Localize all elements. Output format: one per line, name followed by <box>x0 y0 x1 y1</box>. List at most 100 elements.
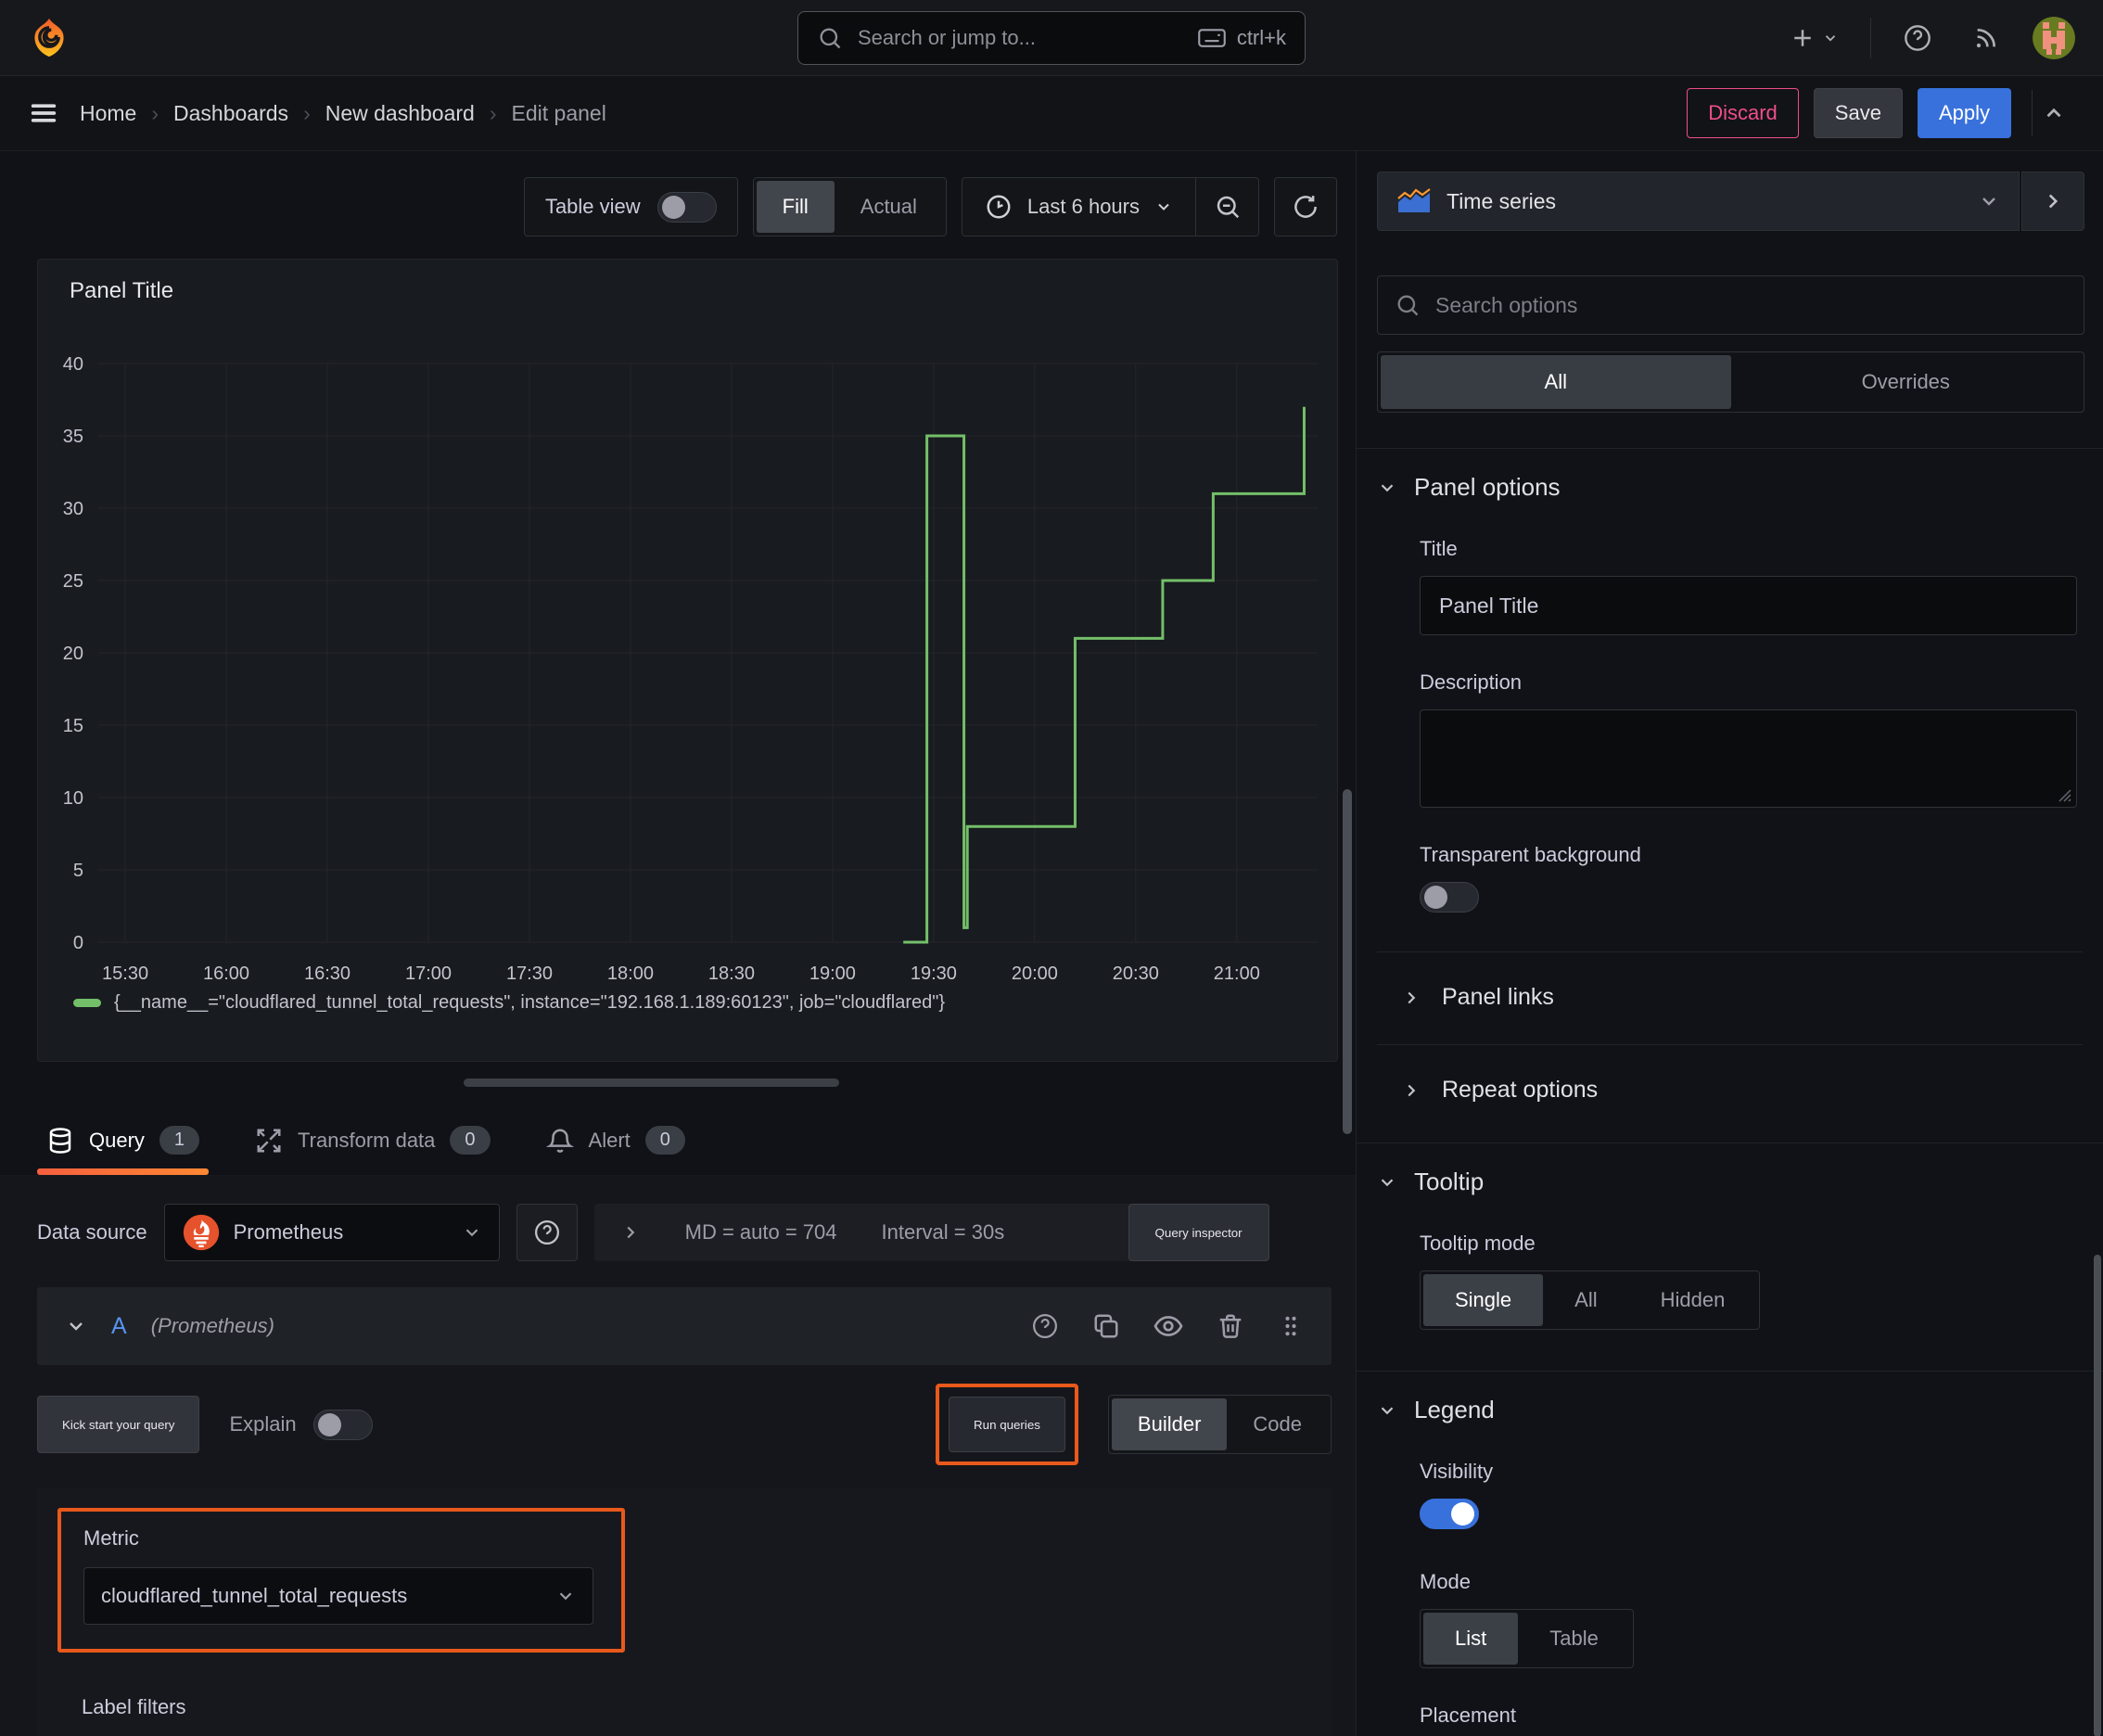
code-option[interactable]: Code <box>1227 1398 1328 1450</box>
discard-button[interactable]: Discard <box>1687 88 1799 138</box>
explain-label: Explain <box>229 1412 297 1436</box>
vertical-scrollbar[interactable] <box>1343 789 1352 1134</box>
panel-title-input[interactable] <box>1420 576 2077 635</box>
legend-header[interactable]: Legend <box>1357 1372 2103 1424</box>
global-search-bar[interactable]: Search or jump to... ctrl+k <box>797 10 1306 65</box>
legend-mode-segmented: List Table <box>1420 1609 1634 1668</box>
builder-option[interactable]: Builder <box>1111 1398 1228 1450</box>
fill-actual-segmented: Fill Actual <box>752 177 947 236</box>
edit-panel-left-column: Table view Fill Actual Last 6 hours Pane… <box>0 151 1356 1736</box>
zoom-out-button[interactable] <box>1195 178 1258 236</box>
tooltip-mode-label: Tooltip mode <box>1420 1232 1536 1255</box>
grafana-panel-editor: Search or jump to... ctrl+k Home › Dashb… <box>0 0 2103 1736</box>
legend-mode-list[interactable]: List <box>1423 1613 1519 1665</box>
table-view-toggle[interactable] <box>656 191 717 223</box>
panel-links-header[interactable]: Panel links <box>1357 952 2103 1011</box>
kick-start-query-button[interactable]: Kick start your query <box>37 1396 200 1453</box>
panel-resize-handle[interactable] <box>464 1079 839 1087</box>
chevron-up-icon <box>2046 108 2061 118</box>
fill-option[interactable]: Fill <box>756 181 835 233</box>
vertical-scrollbar[interactable] <box>2094 1255 2101 1736</box>
apply-button[interactable]: Apply <box>1917 88 2011 138</box>
transform-icon <box>257 1129 281 1152</box>
menu-hamburger-icon[interactable] <box>28 97 59 129</box>
tab-all[interactable]: All <box>1381 355 1731 409</box>
visualization-picker[interactable]: Time series <box>1377 172 2020 231</box>
tab-alert[interactable]: Alert 0 <box>537 1109 695 1175</box>
svg-text:18:30: 18:30 <box>708 964 755 984</box>
legend-visibility-label: Visibility <box>1420 1460 1494 1483</box>
breadcrumb-new-dashboard[interactable]: New dashboard <box>325 101 475 126</box>
breadcrumb-dashboards[interactable]: Dashboards <box>173 101 288 126</box>
svg-text:17:00: 17:00 <box>405 964 452 984</box>
clock-icon <box>987 195 1011 219</box>
trash-icon[interactable] <box>1217 1312 1244 1340</box>
tab-overrides[interactable]: Overrides <box>1731 355 2082 409</box>
tooltip-mode-hidden[interactable]: Hidden <box>1629 1274 1757 1326</box>
tab-transform-data[interactable]: Transform data 0 <box>246 1109 499 1175</box>
duplicate-icon[interactable] <box>1092 1312 1120 1340</box>
user-avatar[interactable] <box>2033 16 2075 59</box>
label-filters-label: Label filters <box>82 1695 186 1718</box>
tab-query[interactable]: Query 1 <box>37 1109 210 1175</box>
legend-placement-label: Placement <box>1420 1704 1516 1727</box>
svg-text:10: 10 <box>63 788 83 809</box>
metric-label: Metric <box>83 1526 139 1550</box>
drag-grip-icon[interactable] <box>1278 1313 1304 1339</box>
search-icon <box>1397 295 1419 316</box>
resize-grip-icon[interactable] <box>2056 786 2072 803</box>
breadcrumb-bar: Home › Dashboards › New dashboard › Edit… <box>0 76 2103 151</box>
chart-legend[interactable]: {__name__="cloudflared_tunnel_total_requ… <box>38 992 1337 1014</box>
description-textarea[interactable] <box>1420 709 2077 808</box>
refresh-button[interactable] <box>1274 177 1337 236</box>
chevron-down-icon <box>1982 198 1995 206</box>
legend-visibility-toggle[interactable] <box>1420 1499 1479 1529</box>
svg-text:20:30: 20:30 <box>1113 964 1159 984</box>
panel-title: Panel Title <box>70 278 174 303</box>
time-range-picker[interactable]: Last 6 hours <box>962 178 1195 236</box>
question-circle-icon[interactable] <box>1031 1312 1059 1340</box>
help-button[interactable] <box>1895 16 1940 60</box>
repeat-options-header[interactable]: Repeat options <box>1357 1045 2103 1104</box>
svg-text:15: 15 <box>63 716 83 736</box>
svg-text:40: 40 <box>63 354 83 375</box>
collapse-options-button[interactable] <box>2032 90 2075 136</box>
eye-icon[interactable] <box>1153 1311 1183 1341</box>
new-menu-button[interactable] <box>1781 17 1846 59</box>
tooltip-header[interactable]: Tooltip <box>1357 1143 2103 1196</box>
transparent-background-toggle[interactable] <box>1420 882 1479 913</box>
chevron-down-icon <box>1381 1178 1394 1186</box>
search-icon <box>817 25 843 51</box>
query-row-header[interactable]: A (Prometheus) <box>37 1287 1332 1365</box>
actual-option[interactable]: Actual <box>835 181 943 233</box>
time-series-chart[interactable]: 0 5 10 15 20 25 30 35 40 15:30 16:00 16:30 17:00 17:3… <box>38 338 1327 992</box>
explain-toggle[interactable] <box>312 1409 373 1440</box>
table-view-label: Table view <box>544 195 641 218</box>
datasource-picker[interactable]: Prometheus <box>163 1204 500 1261</box>
grafana-logo[interactable] <box>28 17 70 59</box>
options-search[interactable] <box>1377 275 2084 335</box>
max-data-points-stat: MD = auto = 704 <box>684 1220 837 1244</box>
transform-count-badge: 0 <box>450 1126 491 1155</box>
toggle-viz-picker-button[interactable] <box>2021 172 2084 231</box>
search-placeholder: Search or jump to... <box>858 25 1036 49</box>
chart-panel[interactable]: Panel Title 0 5 10 15 20 25 30 35 40 15:30 16:00 16… <box>37 259 1338 1062</box>
query-options-row[interactable]: MD = auto = 704 Interval = 30s Query ins… <box>593 1204 1269 1261</box>
alert-count-badge: 0 <box>644 1126 685 1155</box>
query-editor-area: Data source Prometheus MD = auto = 704 I… <box>0 1176 1356 1736</box>
datasource-help-button[interactable] <box>516 1204 578 1261</box>
news-rss-button[interactable] <box>1964 16 2008 60</box>
tooltip-mode-all[interactable]: All <box>1543 1274 1628 1326</box>
legend-mode-table[interactable]: Table <box>1518 1613 1630 1665</box>
query-inspector-button[interactable]: Query inspector <box>1128 1204 1269 1261</box>
save-button[interactable]: Save <box>1813 88 1903 138</box>
panel-options-header[interactable]: Panel options <box>1357 449 2103 502</box>
chevron-down-icon[interactable] <box>65 1315 87 1337</box>
metric-value: cloudflared_tunnel_total_requests <box>101 1584 408 1607</box>
breadcrumb-home[interactable]: Home <box>80 101 136 126</box>
time-series-viz-icon <box>1397 188 1431 212</box>
tooltip-mode-single[interactable]: Single <box>1423 1274 1544 1326</box>
run-queries-button[interactable]: Run queries <box>949 1397 1065 1452</box>
metric-select[interactable]: cloudflared_tunnel_total_requests <box>83 1567 593 1625</box>
options-search-input[interactable] <box>1435 292 2067 318</box>
